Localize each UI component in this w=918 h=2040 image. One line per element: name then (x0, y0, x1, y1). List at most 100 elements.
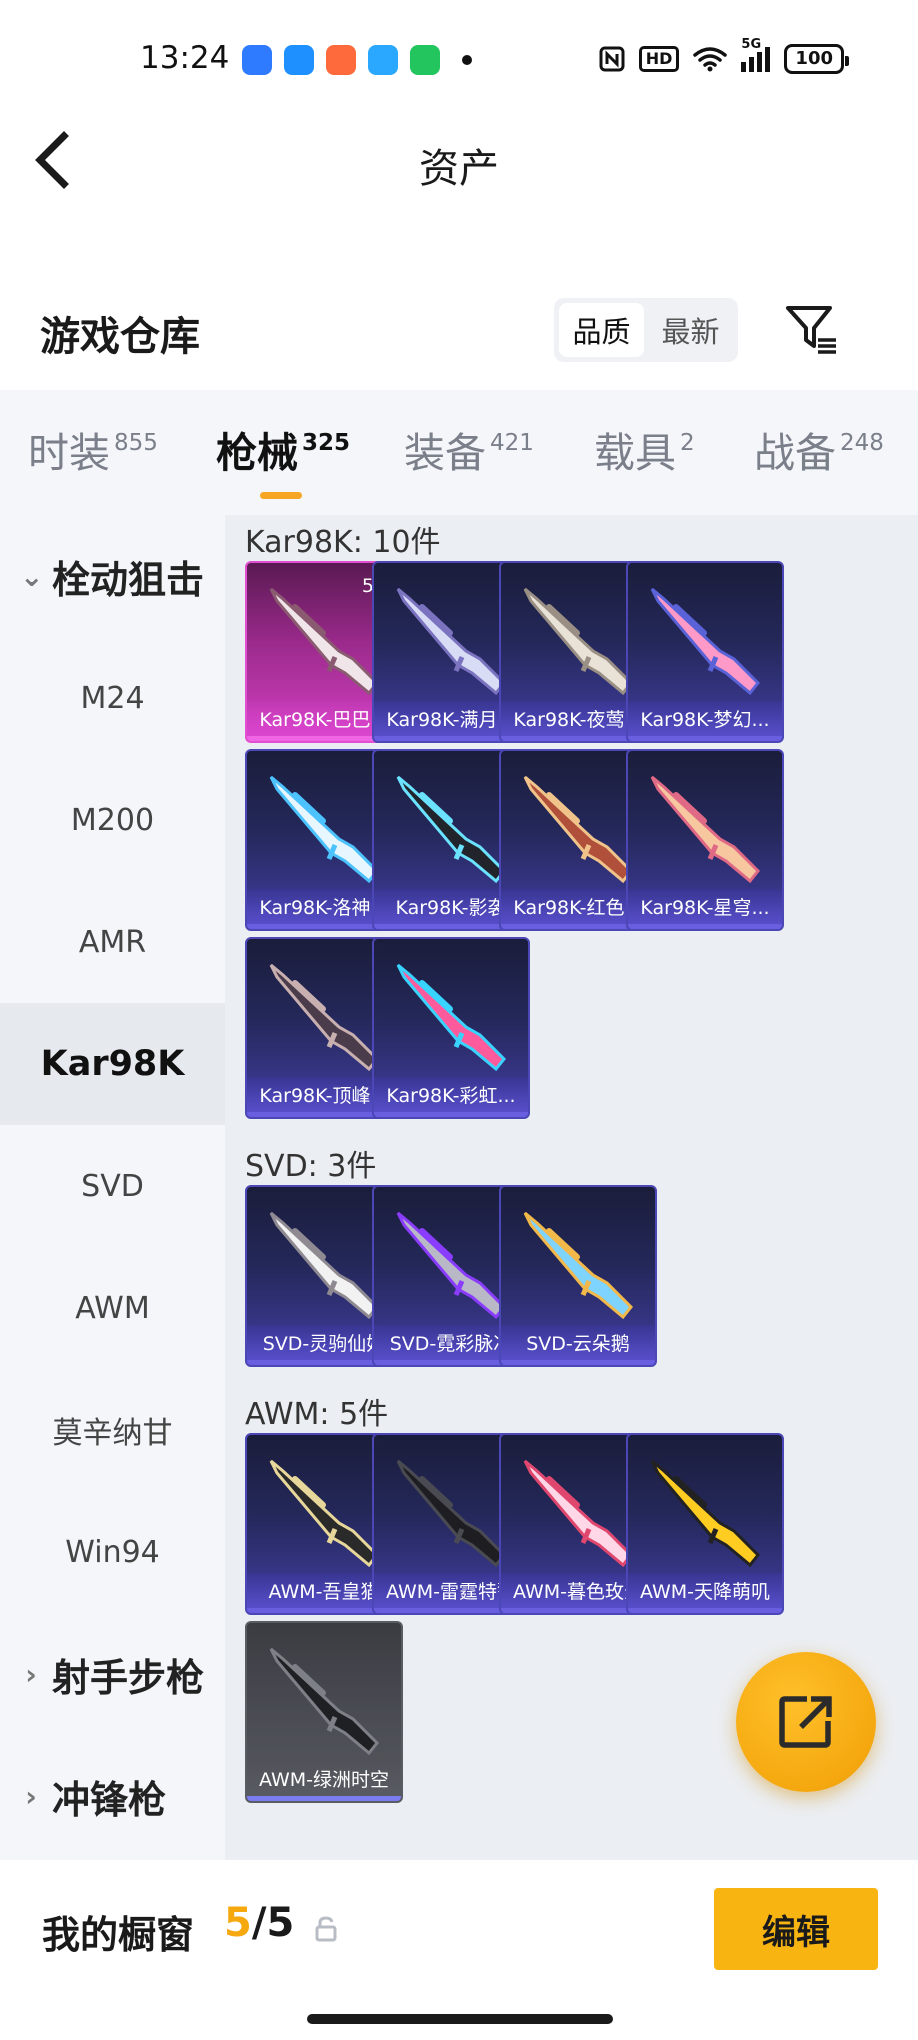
notification-icons (242, 45, 472, 75)
skin-name: AWM-绿洲时空 (247, 1761, 401, 1801)
rifle-icon (523, 1459, 634, 1568)
tab-count: 248 (840, 430, 884, 456)
sidebar-item-label: 莫辛纳甘 (52, 1416, 173, 1451)
tab-label: 装备 (404, 429, 486, 477)
filter-icon (786, 306, 836, 354)
showcase-used: 5 (224, 1900, 252, 1946)
app-notification-icon (284, 45, 314, 75)
edit-button[interactable]: 编辑 (714, 1888, 878, 1970)
sidebar-item-label: SVD (81, 1168, 144, 1204)
sidebar-item-label: AWM (75, 1290, 150, 1326)
weapon-skin-card[interactable]: AWM-天降萌叽 (626, 1433, 784, 1615)
rifle-icon (269, 1459, 380, 1568)
group-title: AWM: 5件 (245, 1397, 389, 1432)
rifle-icon (523, 587, 634, 696)
5g-signal-icon: 5G (741, 37, 771, 72)
sidebar-item[interactable]: Kar98K (0, 1003, 225, 1125)
sidebar-item-label: Kar98K (40, 1044, 185, 1084)
tab-label: 枪械 (216, 429, 298, 477)
group-title: Kar98K: 10件 (245, 525, 441, 560)
weapon-skin-card[interactable]: Kar98K-彩虹... (372, 937, 530, 1119)
sidebar-item[interactable]: M200 (0, 759, 225, 881)
showcase-label: 我的橱窗 (42, 1913, 195, 1957)
rifle-icon (396, 1211, 507, 1320)
skin-name: AWM-天降萌叽 (628, 1573, 782, 1613)
tab-category[interactable]: 枪械 325 (216, 428, 350, 499)
more-notifications-dot (462, 55, 472, 65)
status-indicators: HD 5G 100 (599, 37, 849, 74)
skin-name: Kar98K-彩虹... (374, 1077, 528, 1117)
tab-category[interactable]: 装备 421 (404, 428, 534, 478)
sort-quality-option[interactable]: 品质 (559, 303, 644, 357)
status-bar: 13:24 HD 5G 100 (0, 0, 918, 110)
tab-count: 855 (114, 430, 158, 456)
sidebar-item[interactable]: AWM (0, 1247, 225, 1369)
sidebar-item-label: 栓动狙击 (52, 557, 205, 602)
rifle-icon (523, 775, 634, 884)
home-indicator[interactable] (307, 2014, 613, 2024)
rifle-icon (269, 1647, 380, 1756)
sidebar-item[interactable]: 莫辛纳甘 (0, 1369, 225, 1491)
rifle-icon (396, 1459, 507, 1568)
weapon-skin-card[interactable]: Kar98K-星穹... (626, 749, 784, 931)
sidebar-item[interactable]: SVD (0, 1125, 225, 1247)
tab-category[interactable]: 时装 855 (28, 428, 158, 478)
share-out-icon (779, 1696, 832, 1748)
sidebar-item-label: AMR (78, 924, 147, 960)
tab-category[interactable]: 战备 248 (754, 428, 884, 478)
tab-label: 时装 (28, 429, 110, 477)
skin-name: Kar98K-星穹... (628, 889, 782, 929)
weapon-skin-card[interactable]: Kar98K-梦幻... (626, 561, 784, 743)
rifle-icon (650, 775, 761, 884)
chevron-right-icon: › (25, 1779, 37, 1813)
rifle-icon (269, 1211, 380, 1320)
warehouse-header: 游戏仓库 品质 最新 (0, 220, 918, 390)
sidebar-item[interactable]: Win94 (0, 1491, 225, 1613)
sort-newest-option[interactable]: 最新 (648, 303, 733, 357)
weapon-type-sidebar: ⌄ 栓动狙击 M24 M200 AMR Kar98K SVD AWM 莫辛纳甘 Win94 › 射手步… (0, 515, 225, 1860)
weapon-skin-card[interactable]: AWM-绿洲时空 (245, 1621, 403, 1803)
warehouse-title: 游戏仓库 (40, 314, 200, 360)
hd-icon: HD (638, 46, 680, 72)
sidebar-item-label: M24 (80, 680, 145, 716)
app-bar: 资产 (0, 110, 918, 220)
sidebar-item[interactable]: M24 (0, 637, 225, 759)
tab-category[interactable]: 载具 2 (594, 428, 695, 478)
sidebar-group[interactable]: › 射手步枪 (0, 1613, 225, 1735)
showcase-bar: 我的橱窗 5/5 编辑 (0, 1860, 918, 2040)
sidebar-item-label: 冲锋枪 (52, 1777, 167, 1822)
page-title: 资产 (419, 146, 499, 192)
sort-toggle: 品质 最新 (554, 298, 738, 362)
weapon-skin-card[interactable]: SVD-云朵鹅 (499, 1185, 657, 1367)
network-type: 5G (741, 36, 762, 52)
chevron-down-icon: ⌄ (20, 559, 44, 593)
app-notification-icon (410, 45, 440, 75)
group-title: SVD: 3件 (245, 1149, 377, 1184)
app-notification-icon (242, 45, 272, 75)
active-tab-underline (260, 492, 302, 499)
sidebar-group[interactable]: › 冲锋枪 (0, 1735, 225, 1857)
rifle-icon (396, 775, 507, 884)
nfc-icon (599, 46, 625, 72)
rifle-icon (396, 587, 507, 696)
tab-label: 战备 (754, 429, 836, 477)
rifle-icon (269, 963, 380, 1072)
sidebar-item[interactable]: AMR (0, 881, 225, 1003)
category-tabs: 时装 855 枪械 325 装备 421 载具 2 战备 248 (0, 390, 918, 515)
status-time: 13:24 (140, 40, 230, 76)
filter-button[interactable] (784, 302, 840, 358)
sidebar-item-label: M200 (70, 802, 155, 838)
chevron-right-icon: › (25, 1657, 37, 1691)
tab-count: 2 (680, 430, 695, 456)
rifle-icon (650, 587, 761, 696)
share-button[interactable] (736, 1652, 876, 1792)
app-notification-icon (368, 45, 398, 75)
showcase-count: 5/5 (224, 1900, 294, 1946)
sidebar-item-label: 射手步枪 (52, 1655, 205, 1700)
tab-label: 载具 (594, 429, 676, 477)
rifle-icon (523, 1211, 634, 1320)
tab-count: 421 (490, 430, 534, 456)
sidebar-group[interactable]: ⌄ 栓动狙击 (0, 515, 225, 637)
skin-name: SVD-云朵鹅 (501, 1325, 655, 1365)
lock-open-icon[interactable] (314, 1916, 338, 1942)
